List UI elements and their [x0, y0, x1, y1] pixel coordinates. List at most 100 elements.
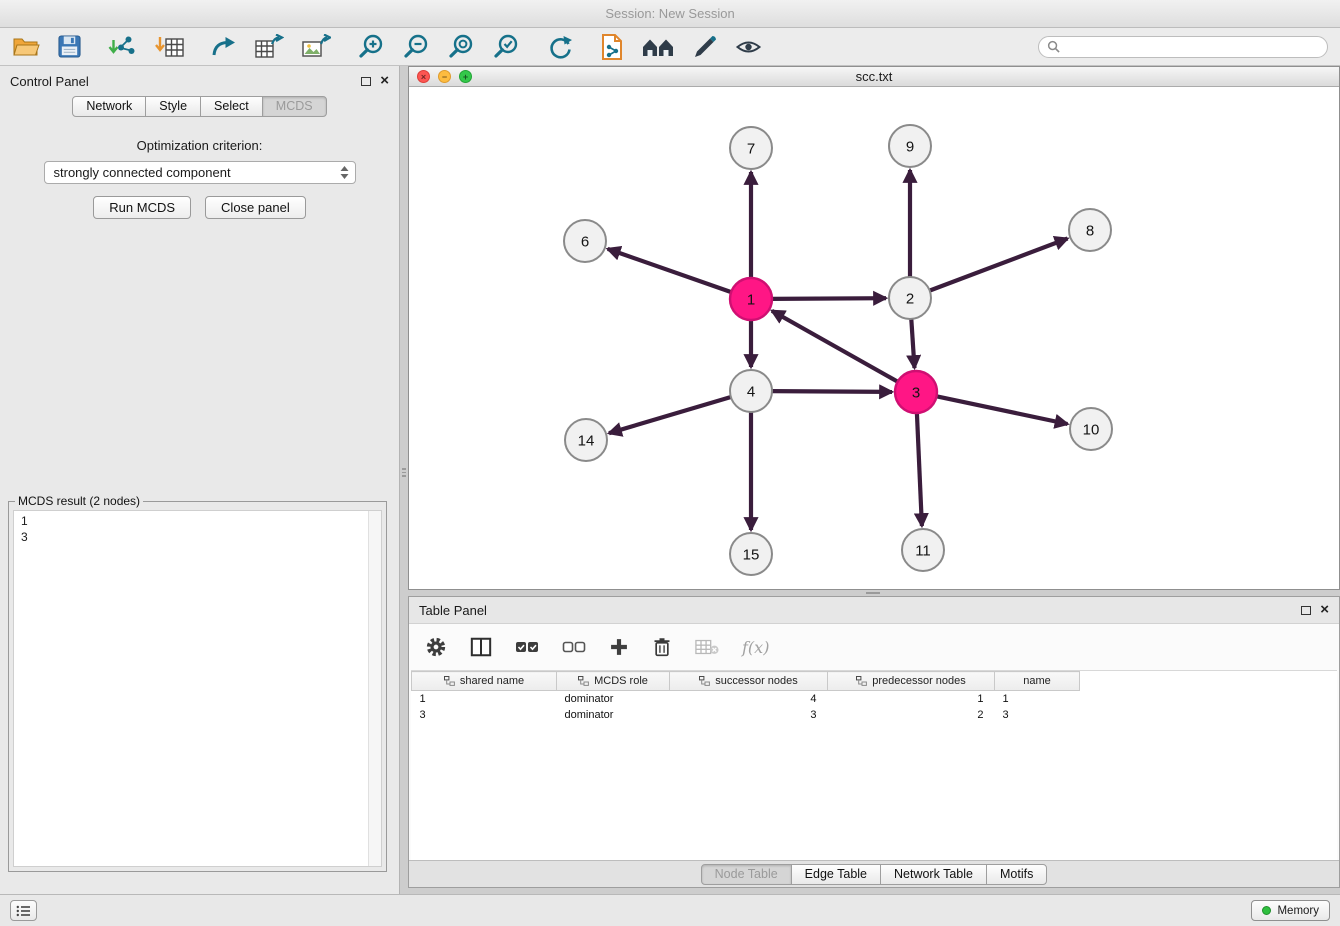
tab-style[interactable]: Style — [145, 96, 201, 117]
tab-edge-table[interactable]: Edge Table — [791, 864, 881, 885]
graph-edge-1-2[interactable] — [772, 298, 886, 299]
table-panel: Table Panel × — [408, 596, 1340, 888]
graph-node-15[interactable]: 15 — [730, 533, 772, 575]
search-icon — [1047, 40, 1060, 53]
table-panel-title: Table Panel — [419, 603, 487, 618]
criterion-select[interactable]: strongly connected component — [44, 161, 356, 184]
graph-node-2[interactable]: 2 — [889, 277, 931, 319]
close-table-panel-icon[interactable]: × — [1320, 605, 1329, 615]
graph-node-1[interactable]: 1 — [730, 278, 772, 320]
export-network-icon[interactable] — [211, 31, 237, 63]
control-panel-header: Control Panel × — [0, 66, 399, 96]
tab-network[interactable]: Network — [72, 96, 146, 117]
maximize-window-icon[interactable]: + — [459, 70, 472, 83]
import-table-icon[interactable] — [155, 31, 185, 63]
tab-mcds[interactable]: MCDS — [262, 96, 327, 117]
column-header-predecessor-nodes[interactable]: predecessor nodes — [828, 672, 995, 691]
run-mcds-button[interactable]: Run MCDS — [93, 196, 191, 219]
table-cell[interactable]: 1 — [995, 691, 1080, 707]
table-cell[interactable]: 3 — [670, 707, 828, 723]
table-cell[interactable]: 3 — [995, 707, 1080, 723]
zoom-fit-icon[interactable] — [447, 31, 475, 63]
settings-gear-icon[interactable] — [425, 631, 447, 663]
table-panel-header: Table Panel × — [409, 597, 1339, 623]
close-panel-icon[interactable]: × — [380, 76, 389, 86]
svg-text:4: 4 — [747, 384, 755, 401]
import-network-icon[interactable] — [108, 31, 138, 63]
graph-edge-1-6[interactable] — [608, 249, 732, 292]
add-row-icon[interactable] — [609, 631, 629, 663]
close-window-icon[interactable]: × — [417, 70, 430, 83]
graph-edge-4-14[interactable] — [609, 397, 731, 433]
select-all-icon[interactable] — [515, 631, 539, 663]
graph-node-4[interactable]: 4 — [730, 370, 772, 412]
float-table-panel-icon[interactable] — [1301, 606, 1311, 615]
export-table-icon[interactable] — [254, 31, 284, 63]
tab-motifs[interactable]: Motifs — [986, 864, 1047, 885]
optimization-criterion-label: Optimization criterion: — [0, 138, 399, 153]
table-cell[interactable]: 1 — [412, 691, 557, 707]
graph-node-7[interactable]: 7 — [730, 127, 772, 169]
apply-style-icon[interactable] — [692, 31, 718, 63]
table-cell[interactable]: 4 — [670, 691, 828, 707]
export-image-icon[interactable] — [301, 31, 331, 63]
float-panel-icon[interactable] — [361, 77, 371, 86]
table-row[interactable]: 1dominator411 — [412, 691, 1080, 707]
column-header-shared-name[interactable]: shared name — [412, 672, 557, 691]
table-cell[interactable]: 1 — [828, 691, 995, 707]
memory-button[interactable]: Memory — [1251, 900, 1330, 921]
graph-node-6[interactable]: 6 — [564, 220, 606, 262]
table-cell[interactable]: 3 — [412, 707, 557, 723]
table-cell[interactable]: dominator — [557, 691, 670, 707]
graph-node-3[interactable]: 3 — [895, 371, 937, 413]
graph-node-10[interactable]: 10 — [1070, 408, 1112, 450]
close-panel-button[interactable]: Close panel — [205, 196, 306, 219]
graph-edge-3-11[interactable] — [917, 413, 922, 526]
delete-rows-icon[interactable] — [652, 631, 672, 663]
refresh-icon[interactable] — [546, 31, 574, 63]
network-canvas[interactable]: 1 2 3 4 6 7 8 9 10 11 14 15 — [409, 88, 1339, 589]
svg-text:9: 9 — [906, 139, 914, 156]
result-scrollbar[interactable] — [368, 511, 381, 866]
column-header-mcds-role[interactable]: MCDS role — [557, 672, 670, 691]
vertical-splitter[interactable] — [401, 66, 408, 894]
search-box[interactable] — [1038, 36, 1328, 58]
graph-edge-3-10[interactable] — [937, 396, 1068, 424]
table-row[interactable]: 3dominator323 — [412, 707, 1080, 723]
save-session-icon[interactable] — [57, 31, 82, 63]
delete-table-icon — [695, 631, 719, 663]
graph-edge-3-1[interactable] — [772, 311, 898, 382]
graph-node-9[interactable]: 9 — [889, 125, 931, 167]
result-item[interactable]: 3 — [21, 529, 381, 545]
panel-menu-button[interactable] — [10, 900, 37, 921]
zoom-selected-icon[interactable] — [492, 31, 520, 63]
graph-node-14[interactable]: 14 — [565, 419, 607, 461]
main-toolbar — [0, 28, 1340, 66]
tab-node-table[interactable]: Node Table — [701, 864, 792, 885]
svg-text:7: 7 — [747, 141, 755, 158]
show-columns-icon[interactable] — [470, 631, 492, 663]
table-cell[interactable]: 2 — [828, 707, 995, 723]
zoom-out-icon[interactable] — [402, 31, 430, 63]
show-hide-icon[interactable] — [735, 31, 762, 63]
graph-node-11[interactable]: 11 — [902, 529, 944, 571]
search-input[interactable] — [1065, 40, 1319, 54]
graph-edge-4-3[interactable] — [772, 391, 892, 392]
open-session-icon[interactable] — [12, 31, 40, 63]
network-window-titlebar[interactable]: × − + scc.txt — [409, 67, 1339, 87]
minimize-window-icon[interactable]: − — [438, 70, 451, 83]
tab-select[interactable]: Select — [200, 96, 263, 117]
column-header-name[interactable]: name — [995, 672, 1080, 691]
tab-network-table[interactable]: Network Table — [880, 864, 987, 885]
graph-node-8[interactable]: 8 — [1069, 209, 1111, 251]
column-header-successor-nodes[interactable]: successor nodes — [670, 672, 828, 691]
first-neighbors-icon[interactable] — [641, 31, 675, 63]
zoom-in-icon[interactable] — [357, 31, 385, 63]
result-item[interactable]: 1 — [21, 513, 381, 529]
table-cell[interactable]: dominator — [557, 707, 670, 723]
graph-edge-2-3[interactable] — [911, 319, 914, 368]
graph-edge-2-8[interactable] — [930, 239, 1068, 291]
mcds-result-list[interactable]: 1 3 — [13, 510, 382, 867]
open-document-icon[interactable] — [600, 31, 624, 63]
unselect-all-icon[interactable] — [562, 631, 586, 663]
